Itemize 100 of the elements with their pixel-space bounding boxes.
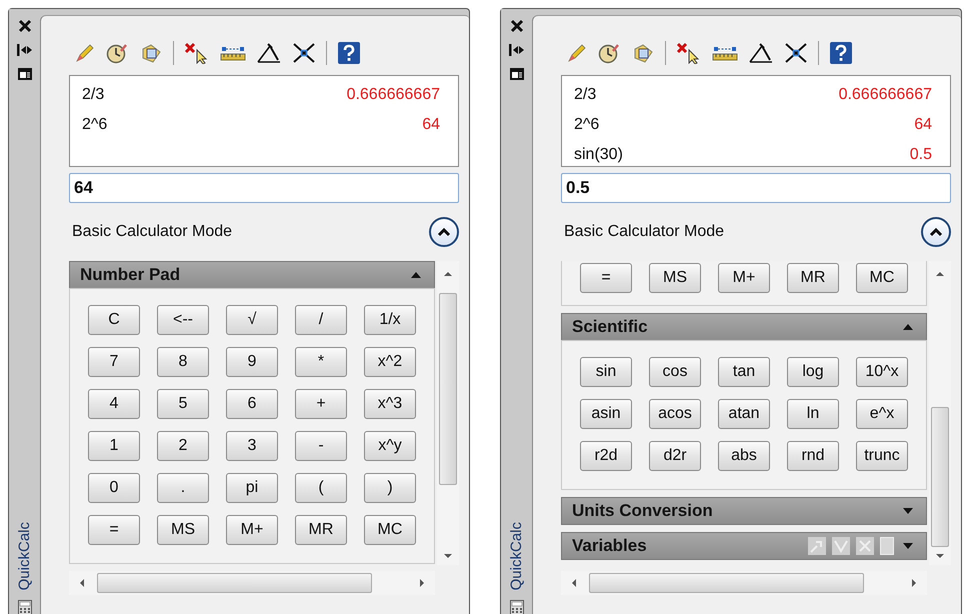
calc-key[interactable]: tan	[718, 357, 770, 387]
scroll-left-icon[interactable]	[571, 578, 577, 588]
help-icon[interactable]	[337, 42, 361, 64]
calc-key[interactable]: -	[295, 431, 347, 461]
calc-key[interactable]: abs	[718, 441, 770, 471]
scroll-up-icon[interactable]	[935, 271, 945, 277]
calc-key[interactable]: x^y	[364, 431, 416, 461]
pencil-icon[interactable]	[565, 42, 587, 64]
calc-key[interactable]: M+	[718, 263, 770, 293]
select-objects-icon[interactable]	[676, 42, 702, 64]
input-field[interactable]: 0.5	[561, 173, 951, 203]
section-header[interactable]: Scientific	[561, 313, 927, 341]
calc-key[interactable]: 7	[88, 347, 140, 377]
calc-key[interactable]: 0	[88, 473, 140, 503]
scroll-up-icon[interactable]	[443, 271, 453, 277]
angle-icon[interactable]	[256, 42, 282, 64]
calc-key[interactable]: MC	[364, 515, 416, 545]
history-result: 64	[914, 116, 932, 134]
scroll-right-icon[interactable]	[419, 578, 425, 588]
auto-hide-icon[interactable]	[16, 43, 34, 57]
calc-key[interactable]: .	[157, 473, 209, 503]
calc-key[interactable]: atan	[718, 399, 770, 429]
blank-icon	[880, 537, 894, 555]
section-header[interactable]: Number Pad	[69, 261, 435, 289]
calc-key[interactable]: )	[364, 473, 416, 503]
calc-key[interactable]: 5	[157, 389, 209, 419]
calc-key[interactable]: MR	[787, 263, 839, 293]
history-expression: 2^6	[574, 116, 600, 134]
calc-key[interactable]: e^x	[856, 399, 908, 429]
calc-key[interactable]: acos	[649, 399, 701, 429]
calc-key[interactable]: x^3	[364, 389, 416, 419]
vertical-scrollbar[interactable]	[929, 261, 951, 565]
calc-key[interactable]: log	[787, 357, 839, 387]
calc-key[interactable]: √	[226, 305, 278, 335]
calc-key[interactable]: 3	[226, 431, 278, 461]
calc-key[interactable]: cos	[649, 357, 701, 387]
help-icon[interactable]	[829, 42, 853, 64]
calc-key[interactable]: *	[295, 347, 347, 377]
scroll-thumb[interactable]	[439, 293, 457, 485]
calc-key[interactable]: 4	[88, 389, 140, 419]
calc-key[interactable]: MC	[856, 263, 908, 293]
scroll-thumb[interactable]	[97, 573, 372, 593]
palette-title: QuickCalc	[16, 522, 33, 590]
pencil-icon[interactable]	[73, 42, 95, 64]
vertical-scrollbar[interactable]	[437, 261, 459, 565]
calc-key[interactable]: MS	[157, 515, 209, 545]
calc-key[interactable]: 9	[226, 347, 278, 377]
calc-key[interactable]: MS	[649, 263, 701, 293]
new-variable-icon	[808, 537, 826, 555]
collapse-button[interactable]	[429, 217, 459, 247]
close-icon[interactable]	[510, 19, 524, 33]
history-result: 0.666666667	[838, 86, 932, 104]
collapse-button[interactable]	[921, 217, 951, 247]
scroll-right-icon[interactable]	[911, 578, 917, 588]
properties-icon[interactable]	[508, 67, 524, 81]
calc-key[interactable]: 10^x	[856, 357, 908, 387]
calc-key[interactable]: x^2	[364, 347, 416, 377]
calc-key[interactable]: 2	[157, 431, 209, 461]
calc-key[interactable]: MR	[295, 515, 347, 545]
select-objects-icon[interactable]	[184, 42, 210, 64]
properties-icon[interactable]	[16, 67, 32, 81]
calc-key[interactable]: r2d	[580, 441, 632, 471]
intersection-icon[interactable]	[292, 42, 316, 64]
calc-key[interactable]: +	[295, 389, 347, 419]
intersection-icon[interactable]	[784, 42, 808, 64]
calc-key[interactable]: /	[295, 305, 347, 335]
calc-key[interactable]: rnd	[787, 441, 839, 471]
calc-key[interactable]: 1/x	[364, 305, 416, 335]
calc-key[interactable]: d2r	[649, 441, 701, 471]
calc-key[interactable]: pi	[226, 473, 278, 503]
auto-hide-icon[interactable]	[508, 43, 526, 57]
section-header[interactable]: Variables	[561, 532, 927, 560]
scroll-thumb[interactable]	[931, 407, 949, 547]
calc-key[interactable]: ln	[787, 399, 839, 429]
calc-key[interactable]: 1	[88, 431, 140, 461]
scroll-down-icon[interactable]	[443, 553, 453, 559]
calc-key[interactable]: C	[88, 305, 140, 335]
clock-icon[interactable]	[597, 42, 621, 64]
calc-key[interactable]: (	[295, 473, 347, 503]
calc-key[interactable]: asin	[580, 399, 632, 429]
close-icon[interactable]	[18, 19, 32, 33]
calc-key[interactable]: 8	[157, 347, 209, 377]
calc-key[interactable]: trunc	[856, 441, 908, 471]
calc-key[interactable]: 6	[226, 389, 278, 419]
calc-key[interactable]: <--	[157, 305, 209, 335]
scroll-left-icon[interactable]	[79, 578, 85, 588]
clock-icon[interactable]	[105, 42, 129, 64]
calc-key[interactable]: =	[580, 263, 632, 293]
horizontal-scrollbar[interactable]	[69, 571, 435, 595]
horizontal-scrollbar[interactable]	[561, 571, 927, 595]
input-field[interactable]: 64	[69, 173, 459, 203]
scroll-thumb[interactable]	[589, 573, 864, 593]
calc-key[interactable]: sin	[580, 357, 632, 387]
history-expression: 2/3	[82, 86, 104, 104]
calc-key[interactable]: =	[88, 515, 140, 545]
scroll-down-icon[interactable]	[935, 553, 945, 559]
calc-key[interactable]: M+	[226, 515, 278, 545]
angle-icon[interactable]	[748, 42, 774, 64]
section-header[interactable]: Units Conversion	[561, 497, 927, 525]
history-expression: sin(30)	[574, 146, 623, 164]
